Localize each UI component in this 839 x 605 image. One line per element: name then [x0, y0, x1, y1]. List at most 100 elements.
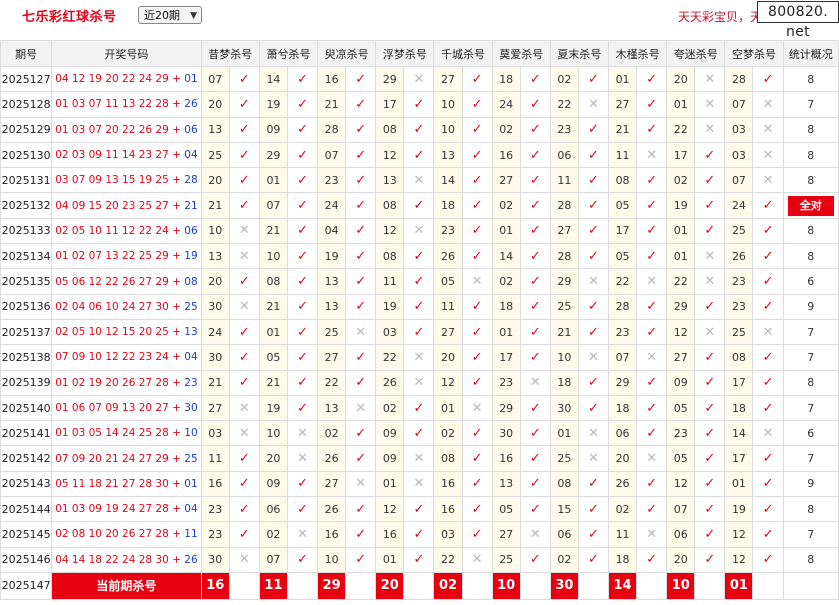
kill-number: 11: [608, 141, 638, 169]
period-select[interactable]: 近20期 ▼: [138, 6, 202, 24]
kill-number: 01: [724, 470, 754, 498]
kill-number: 23: [491, 369, 521, 396]
check-mark-icon: ✓: [519, 496, 551, 523]
draw-numbers: 04 09 15 20 23 25 27 + 21: [51, 192, 202, 219]
table-row: 2025138 07 09 10 12 22 23 24 + 04 30 ✓ 05 ✓ 27…: [0, 344, 839, 371]
kill-number: 12: [666, 470, 696, 498]
check-mark-icon: ✓: [461, 470, 493, 498]
kill-number: 17: [724, 369, 754, 396]
column-header: 昔梦杀号: [200, 40, 260, 67]
check-mark-icon: ✓: [577, 65, 610, 93]
cross-mark-icon: ✕: [345, 318, 377, 346]
check-mark-icon: ✓: [286, 546, 319, 573]
kill-number: 02: [491, 192, 521, 219]
kill-number: 10: [317, 546, 347, 573]
kill-number: 12: [666, 318, 696, 346]
cross-mark-icon: ✕: [345, 470, 377, 498]
period-select-value: 近20期: [144, 9, 180, 22]
cross-mark-icon: ✕: [752, 91, 784, 118]
check-mark-icon: ✓: [403, 318, 435, 346]
kill-number: 05: [608, 192, 638, 219]
cross-mark-icon: ✕: [228, 243, 260, 270]
cross-mark-icon: ✕: [461, 394, 493, 422]
site-slogan[interactable]: 天天彩宝贝，天: [678, 8, 762, 25]
draw-numbers: 01 02 07 13 22 25 29 + 19: [51, 243, 202, 270]
kill-number: 16: [433, 470, 463, 498]
kill-number: 13: [375, 167, 405, 194]
check-mark-icon: ✓: [577, 243, 610, 270]
special-ball: 13: [184, 326, 198, 339]
issue-number: 2025127: [0, 65, 53, 93]
kill-number: 29: [491, 394, 521, 422]
kill-number: 08: [433, 445, 463, 472]
site-logo[interactable]: 800820. net: [757, 1, 839, 40]
red-balls: 01 02 07 13 22 25 29 +: [55, 250, 181, 263]
check-mark-icon: ✓: [403, 293, 435, 320]
kill-number: 02: [549, 65, 579, 93]
kill-number: 29: [666, 293, 696, 320]
kill-number: 25: [200, 141, 230, 169]
cross-mark-icon: ✕: [461, 268, 493, 295]
check-mark-icon: ✓: [461, 445, 493, 472]
kill-number: 15: [549, 496, 579, 523]
kill-number: 14: [433, 167, 463, 194]
hit-count: 9: [782, 470, 839, 498]
check-mark-icon: ✓: [577, 217, 610, 245]
column-header: 木槿杀号: [608, 40, 668, 67]
kill-number: 01: [666, 217, 696, 245]
check-mark-icon: ✓: [228, 496, 260, 523]
cross-mark-icon: ✕: [694, 116, 726, 143]
kill-number: 21: [200, 369, 230, 396]
kill-number: 24: [724, 192, 754, 219]
kill-number: 29: [375, 65, 405, 93]
check-mark-icon: ✓: [752, 293, 784, 320]
empty-cell: [461, 571, 493, 600]
current-issue-number: 2025147: [0, 571, 53, 600]
issue-number: 2025132: [0, 192, 53, 219]
kill-number: 19: [258, 394, 288, 422]
kill-number: 18: [491, 293, 521, 320]
issue-number: 2025138: [0, 344, 53, 371]
check-mark-icon: ✓: [286, 268, 319, 295]
kill-number: 23: [200, 496, 230, 523]
red-balls: 02 05 10 11 12 22 24 +: [55, 224, 181, 237]
check-mark-icon: ✓: [228, 445, 260, 472]
cross-mark-icon: ✕: [694, 65, 726, 93]
special-ball: 04: [184, 351, 198, 364]
hit-count: 7: [782, 394, 839, 422]
table-header-row: 期号 开奖号码 昔梦杀号 萧兮杀号 臾凉杀号 浮梦杀号 千城杀号 莫爱杀号 夏末杀号 木槿杀号 夸迷…: [0, 40, 839, 67]
hit-count: 8: [782, 116, 839, 143]
draw-numbers: 02 05 10 11 12 22 24 + 06: [51, 217, 202, 245]
kill-number: 21: [258, 293, 288, 320]
cross-mark-icon: ✕: [519, 521, 551, 548]
kill-number: 03: [200, 420, 230, 447]
cross-mark-icon: ✕: [752, 116, 784, 143]
red-balls: 01 03 07 11 13 22 28 +: [55, 98, 181, 111]
empty-cell: [345, 571, 377, 600]
hit-count: 7: [782, 318, 839, 346]
issue-number: 2025139: [0, 369, 53, 396]
red-balls: 04 09 15 20 23 25 27 +: [55, 199, 181, 212]
check-mark-icon: ✓: [577, 141, 610, 169]
empty-cell: [782, 571, 839, 600]
kill-number: 27: [608, 91, 638, 118]
check-mark-icon: ✓: [752, 521, 784, 548]
kill-number: 16: [317, 65, 347, 93]
special-ball: 21: [184, 199, 198, 212]
cross-mark-icon: ✕: [752, 420, 784, 447]
kill-number: 11: [200, 445, 230, 472]
check-mark-icon: ✓: [694, 420, 726, 447]
kill-number: 03: [375, 318, 405, 346]
kill-number: 05: [666, 394, 696, 422]
cross-mark-icon: ✕: [694, 268, 726, 295]
kill-number: 11: [608, 521, 638, 548]
kill-number: 29: [608, 369, 638, 396]
check-mark-icon: ✓: [461, 192, 493, 219]
cross-mark-icon: ✕: [403, 65, 435, 93]
check-mark-icon: ✓: [577, 116, 610, 143]
kill-number: 23: [200, 521, 230, 548]
current-kill-number: 11: [258, 571, 288, 600]
kill-number: 21: [200, 192, 230, 219]
check-mark-icon: ✓: [403, 91, 435, 118]
kill-number: 01: [258, 318, 288, 346]
